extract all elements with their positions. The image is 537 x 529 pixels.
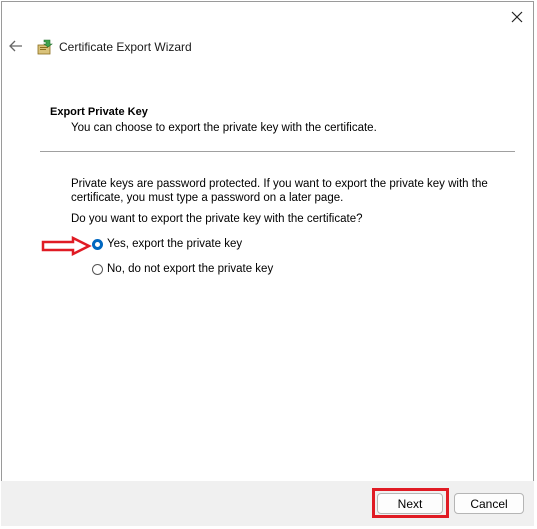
section-title: Export Private Key	[50, 106, 148, 118]
radio-yes-label: Yes, export the private key	[107, 238, 243, 250]
close-icon	[511, 11, 523, 23]
window-title: Certificate Export Wizard	[59, 40, 192, 54]
back-arrow-icon	[9, 40, 22, 52]
radio-unchecked-icon[interactable]	[92, 263, 103, 275]
cancel-button[interactable]: Cancel	[454, 493, 524, 514]
radio-export-no[interactable]: No, do not export the private key	[92, 263, 273, 275]
section-description: You can choose to export the private key…	[71, 122, 377, 134]
radio-checked-icon[interactable]	[92, 238, 103, 250]
divider	[40, 151, 515, 152]
back-button[interactable]	[6, 36, 26, 56]
close-button[interactable]	[506, 6, 528, 28]
info-text: Private keys are password protected. If …	[71, 178, 488, 204]
certificate-icon	[37, 39, 53, 55]
annotation-arrow-icon	[41, 236, 92, 256]
question-text: Do you want to export the private key wi…	[71, 213, 363, 225]
next-button[interactable]: Next	[377, 493, 443, 514]
radio-no-label: No, do not export the private key	[107, 263, 274, 275]
radio-export-yes[interactable]: Yes, export the private key	[92, 238, 242, 250]
